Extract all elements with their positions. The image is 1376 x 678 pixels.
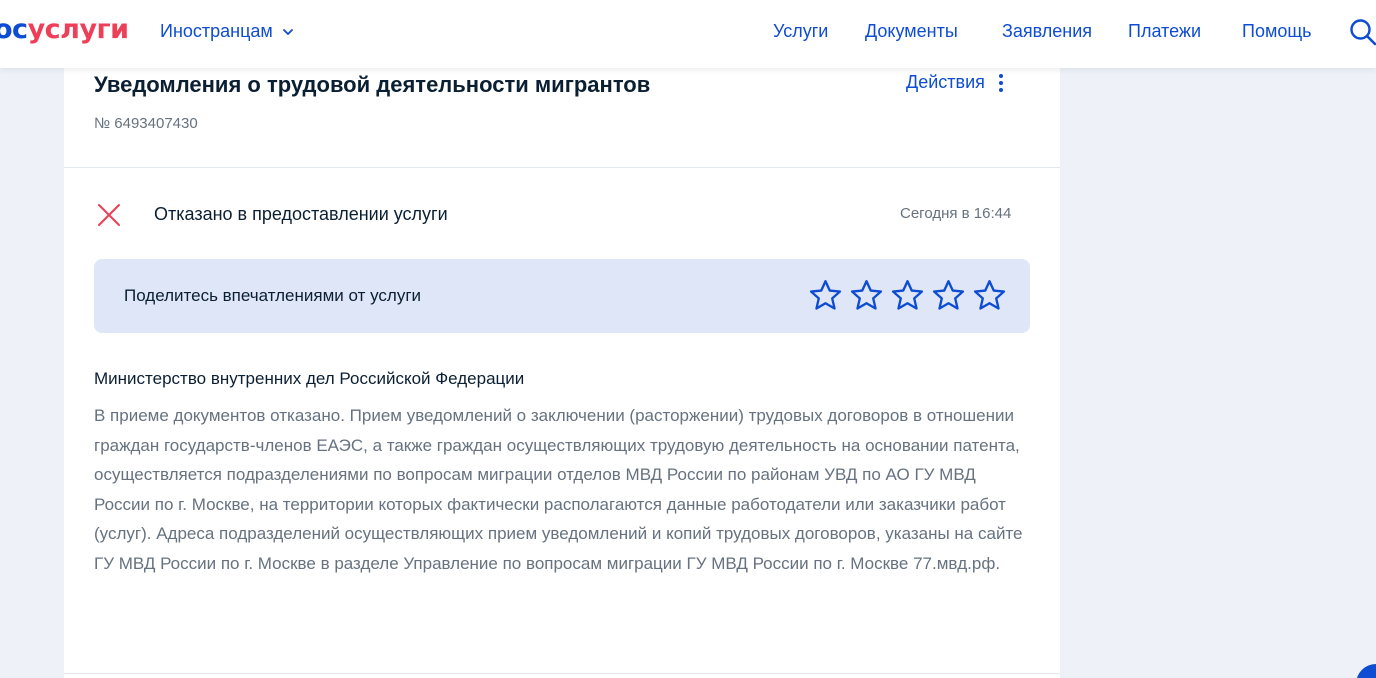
application-number: № 6493407430 [94, 115, 198, 132]
divider [64, 673, 1060, 674]
top-header: осуслуги Иностранцам Услуги Документы За… [0, 0, 1376, 68]
nav-payments[interactable]: Платежи [1128, 21, 1201, 42]
star-icon[interactable] [808, 278, 843, 313]
nav-services[interactable]: Услуги [773, 21, 828, 42]
feedback-banner: Поделитесь впечатлениями от услуги [94, 259, 1030, 333]
feedback-prompt: Поделитесь впечатлениями от услуги [124, 286, 422, 305]
nav-applications[interactable]: Заявления [1002, 21, 1092, 42]
actions-button[interactable]: Действия [906, 72, 1003, 93]
actions-label: Действия [906, 72, 985, 92]
foreigners-menu-label: Иностранцам [160, 21, 273, 41]
chat-button[interactable] [1356, 664, 1376, 678]
nav-help[interactable]: Помощь [1242, 21, 1312, 42]
foreigners-menu[interactable]: Иностранцам [160, 21, 295, 42]
logo-part-red: услуги [27, 14, 130, 45]
application-card: Уведомления о трудовой деятельности мигр… [64, 40, 1060, 678]
logo-part-blue: ос [0, 14, 28, 45]
star-icon[interactable] [972, 278, 1007, 313]
star-rating [808, 278, 1007, 313]
more-vertical-icon [998, 73, 1003, 92]
status-timestamp: Сегодня в 16:44 [900, 205, 1012, 222]
nav-documents[interactable]: Документы [865, 21, 958, 42]
chevron-down-icon [282, 28, 293, 35]
star-icon[interactable] [890, 278, 925, 313]
close-icon [98, 204, 120, 226]
gosuslugi-logo[interactable]: осуслуги [0, 14, 129, 45]
star-icon[interactable] [931, 278, 966, 313]
divider [64, 167, 1060, 168]
status-text: Отказано в предоставлении услуги [154, 204, 448, 224]
star-icon[interactable] [849, 278, 884, 313]
application-title: Уведомления о трудовой деятельности мигр… [94, 72, 651, 97]
organization-name: Министерство внутренних дел Российской Ф… [94, 369, 525, 388]
search-icon[interactable] [1348, 17, 1376, 47]
message-text: В приеме документов отказано. Прием увед… [94, 406, 1023, 573]
